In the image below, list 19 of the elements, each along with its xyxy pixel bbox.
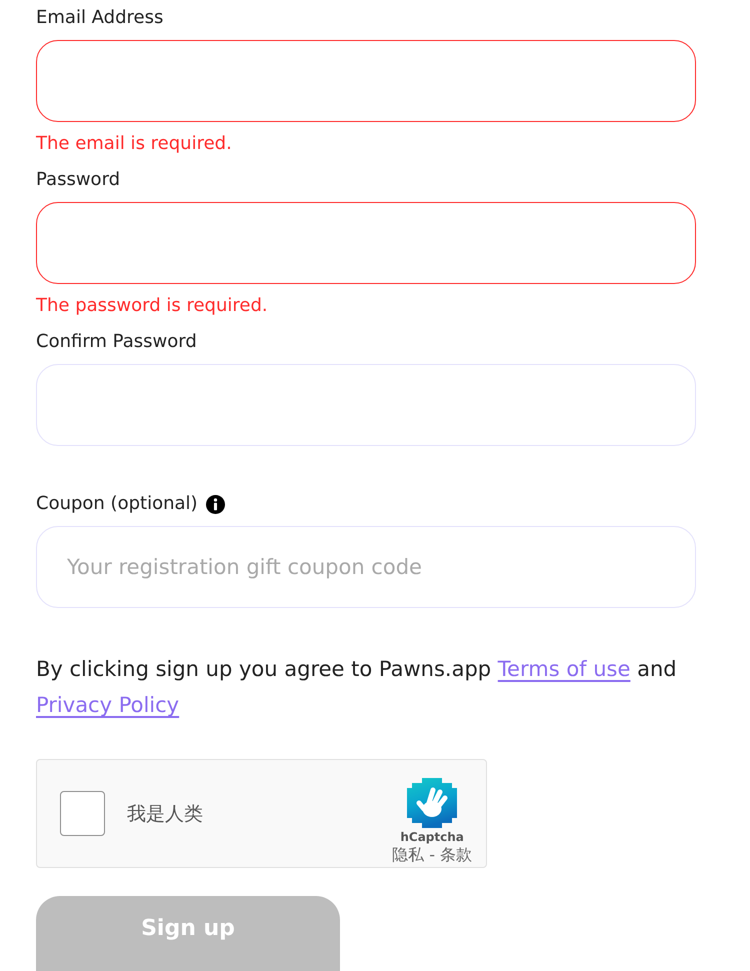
privacy-link[interactable]: Privacy Policy xyxy=(36,693,180,717)
error-message: The password is required. xyxy=(36,295,268,317)
link-separator: - xyxy=(429,844,435,864)
captcha-link[interactable]: 条款 xyxy=(440,844,472,864)
captcha-link[interactable]: 隐私 xyxy=(392,844,424,864)
hand-logo-icon xyxy=(407,778,458,828)
field-label: Confirm Password xyxy=(36,331,197,353)
checkbox-label: 我是人类 xyxy=(127,802,204,826)
input-field[interactable] xyxy=(36,40,696,122)
field-label: Password xyxy=(36,169,120,191)
consent-text: By clicking sign up you agree to Pawns.app Terms of use and Privacy Policy xyxy=(36,656,678,719)
terms-link[interactable]: Terms of use xyxy=(498,657,630,681)
checkbox[interactable] xyxy=(60,791,105,836)
captcha-brand-name: hCaptcha xyxy=(400,830,464,844)
error-message: The email is required. xyxy=(36,133,232,155)
field-label: Email Address xyxy=(36,7,164,29)
field-label: Coupon (optional) xyxy=(36,493,198,515)
input-field[interactable] xyxy=(36,202,696,284)
info-icon[interactable] xyxy=(206,494,225,514)
